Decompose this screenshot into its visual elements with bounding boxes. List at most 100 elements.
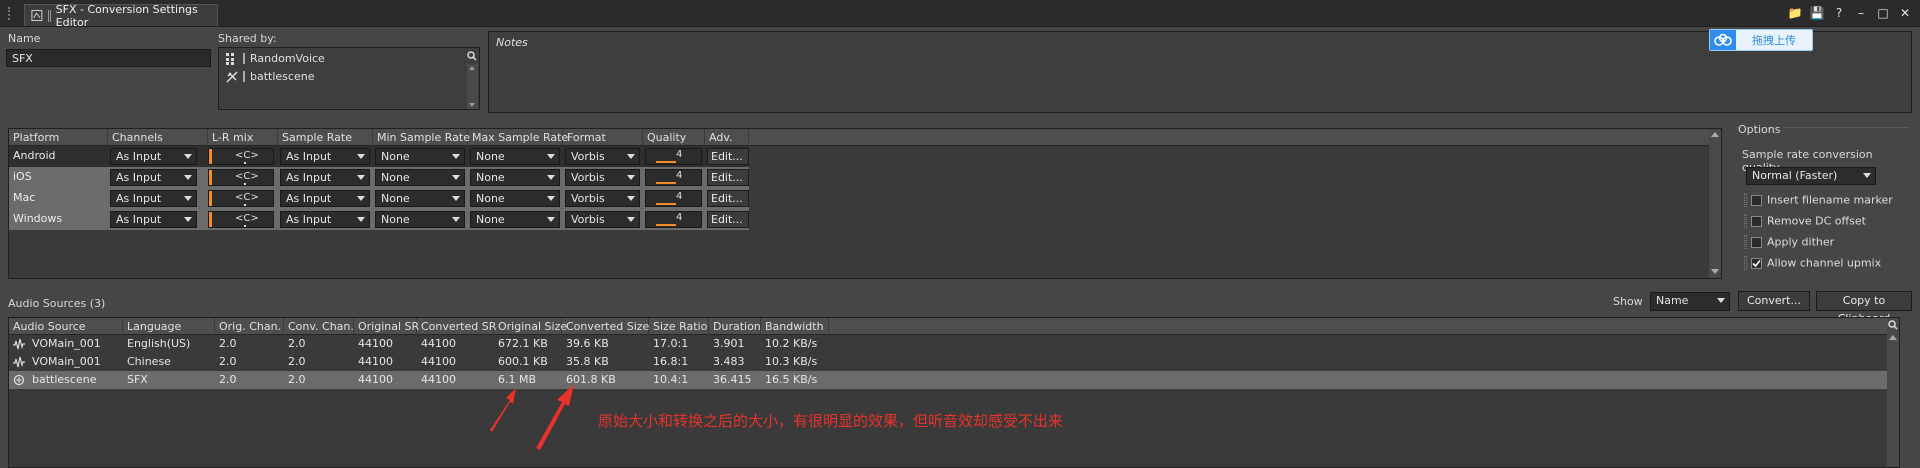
sample-rate-dropdown[interactable]: As Input [280, 148, 370, 165]
help-icon[interactable]: ? [1830, 5, 1848, 22]
lr-mix-value: <C> [235, 150, 259, 161]
col-channels[interactable]: Channels [108, 129, 208, 146]
platform-scrollbar[interactable] [1709, 129, 1721, 278]
shared-item[interactable]: battlescene [226, 70, 314, 83]
edit-advanced-button[interactable]: Edit... [707, 211, 749, 228]
quality-slider[interactable]: 4 [645, 148, 702, 165]
format-dropdown[interactable]: Vorbis [565, 148, 640, 165]
drag-grip[interactable] [8, 7, 14, 20]
col-audio-source[interactable]: Audio Source [9, 318, 123, 335]
col-min-sample-rate[interactable]: Min Sample Rate [373, 129, 470, 146]
audio-source-row[interactable]: VOMain_001 Chinese 2.0 2.0 44100 44100 600.1 K… [9, 353, 1887, 371]
channels-dropdown[interactable]: As Input [110, 211, 197, 228]
maximize-icon[interactable]: □ [1874, 5, 1892, 22]
col-converted-sr[interactable]: Converted SR [417, 318, 496, 335]
col-format[interactable]: Format [563, 129, 643, 146]
edit-advanced-button[interactable]: Edit... [707, 148, 749, 165]
col-size-ratio[interactable]: Size Ratio [649, 318, 709, 335]
platform-row[interactable]: iOS As Input <C> As Input None None Vorbis 4 Edi… [9, 167, 749, 188]
upload-button[interactable]: 拖拽上传 [1709, 29, 1813, 51]
sample-rate-dropdown[interactable]: As Input [280, 169, 370, 186]
min-sample-rate-dropdown[interactable]: None [375, 169, 465, 186]
checkbox[interactable] [1751, 215, 1762, 227]
scroll-down-icon[interactable] [469, 103, 475, 107]
col-converted-size[interactable]: Converted Size [562, 318, 649, 335]
scroll-up-icon[interactable] [1889, 335, 1897, 340]
save-icon[interactable]: 💾 [1808, 5, 1826, 22]
audio-source-row[interactable]: VOMain_001 English(US) 2.0 2.0 44100 44100 672… [9, 335, 1887, 353]
channels-dropdown[interactable]: As Input [110, 169, 197, 186]
sample-rate-dropdown[interactable]: As Input [280, 211, 370, 228]
audio-cell: 16.8:1 [653, 355, 689, 368]
minimize-icon[interactable]: – [1852, 5, 1870, 22]
max-sample-rate-dropdown[interactable]: None [470, 148, 560, 165]
quality-slider[interactable]: 4 [645, 190, 702, 207]
quality-slider[interactable]: 4 [645, 169, 702, 186]
option-checkbox-row[interactable]: Apply dither [1744, 235, 1834, 249]
lr-mix-slider[interactable]: <C> [208, 169, 274, 186]
chevron-down-icon [357, 175, 365, 180]
folder-icon[interactable]: 📁 [1786, 5, 1804, 22]
col-original-sr[interactable]: Original SR [354, 318, 419, 335]
tab-conversion-settings[interactable]: SFX - Conversion Settings Editor [24, 3, 218, 29]
name-field[interactable]: SFX [6, 49, 211, 67]
audio-source-row[interactable]: battlescene SFX 2.0 2.0 44100 44100 6.1 MB 601.… [9, 371, 1887, 389]
option-checkbox-row[interactable]: Allow channel upmix [1744, 256, 1881, 270]
col-language[interactable]: Language [123, 318, 215, 335]
col-sample-rate[interactable]: Sample Rate [278, 129, 373, 146]
col-bandwidth[interactable]: Bandwidth [761, 318, 829, 335]
col-original-size[interactable]: Original Size [494, 318, 567, 335]
notes-field[interactable]: Notes [488, 31, 1912, 113]
search-icon[interactable] [467, 51, 477, 64]
max-sample-rate-dropdown[interactable]: None [470, 211, 560, 228]
min-sample-rate-dropdown[interactable]: None [375, 211, 465, 228]
channels-dropdown[interactable]: As Input [110, 148, 197, 165]
lr-mix-slider[interactable]: <C> [208, 148, 274, 165]
edit-advanced-button[interactable]: Edit... [707, 190, 749, 207]
col-quality[interactable]: Quality [643, 129, 705, 146]
platform-row[interactable]: Mac As Input <C> As Input None None Vorbis 4 Edi… [9, 188, 749, 209]
col-conv-chan[interactable]: Conv. Chan. [284, 318, 354, 335]
checkbox[interactable] [1751, 257, 1762, 269]
shared-item[interactable]: RandomVoice [226, 52, 325, 65]
sample-rate-dropdown[interactable]: As Input [280, 190, 370, 207]
platform-row[interactable]: Android As Input <C> As Input None None Vorbis… [9, 146, 749, 167]
platform-row[interactable]: Windows As Input <C> As Input None None Vorbis… [9, 209, 749, 230]
min-sample-rate-dropdown[interactable]: None [375, 190, 465, 207]
max-sample-rate-dropdown[interactable]: None [470, 190, 560, 207]
audio-scrollbar[interactable] [1887, 318, 1899, 467]
col-duration[interactable]: Duration [709, 318, 761, 335]
edit-advanced-button[interactable]: Edit... [707, 169, 749, 186]
min-sample-rate-dropdown[interactable]: None [375, 148, 465, 165]
lr-mix-slider[interactable]: <C> [208, 211, 274, 228]
min-sample-rate-value: None [381, 150, 410, 163]
scroll-down-icon[interactable] [1711, 269, 1719, 274]
col-lr-mix[interactable]: L-R mix [208, 129, 278, 146]
show-dropdown[interactable]: Name [1650, 292, 1730, 311]
format-dropdown[interactable]: Vorbis [565, 190, 640, 207]
search-icon[interactable] [1888, 320, 1898, 333]
col-max-sample-rate[interactable]: Max Sample Rate [468, 129, 568, 146]
scroll-up-icon[interactable] [1711, 132, 1719, 137]
checkbox[interactable] [1751, 236, 1762, 248]
max-sample-rate-dropdown[interactable]: None [470, 169, 560, 186]
scroll-up-icon[interactable] [469, 66, 475, 70]
src-quality-dropdown[interactable]: Normal (Faster) [1746, 167, 1876, 185]
shared-scrollbar[interactable] [467, 64, 478, 109]
col-adv[interactable]: Adv. [705, 129, 749, 146]
col-orig-chan[interactable]: Orig. Chan. [215, 318, 284, 335]
chevron-down-icon [357, 154, 365, 159]
audio-rows: VOMain_001 English(US) 2.0 2.0 44100 44100 672… [9, 335, 1887, 395]
format-dropdown[interactable]: Vorbis [565, 211, 640, 228]
col-platform[interactable]: Platform [9, 129, 108, 146]
quality-slider[interactable]: 4 [645, 211, 702, 228]
close-icon[interactable]: ✕ [1896, 5, 1914, 22]
channels-dropdown[interactable]: As Input [110, 190, 197, 207]
checkbox[interactable] [1751, 194, 1762, 206]
convert-button[interactable]: Convert... [1738, 291, 1810, 311]
option-checkbox-row[interactable]: Remove DC offset [1744, 214, 1866, 228]
lr-mix-slider[interactable]: <C> [208, 190, 274, 207]
option-checkbox-row[interactable]: Insert filename marker [1744, 193, 1893, 207]
copy-to-clipboard-button[interactable]: Copy to Clipboard [1816, 291, 1912, 325]
format-dropdown[interactable]: Vorbis [565, 169, 640, 186]
